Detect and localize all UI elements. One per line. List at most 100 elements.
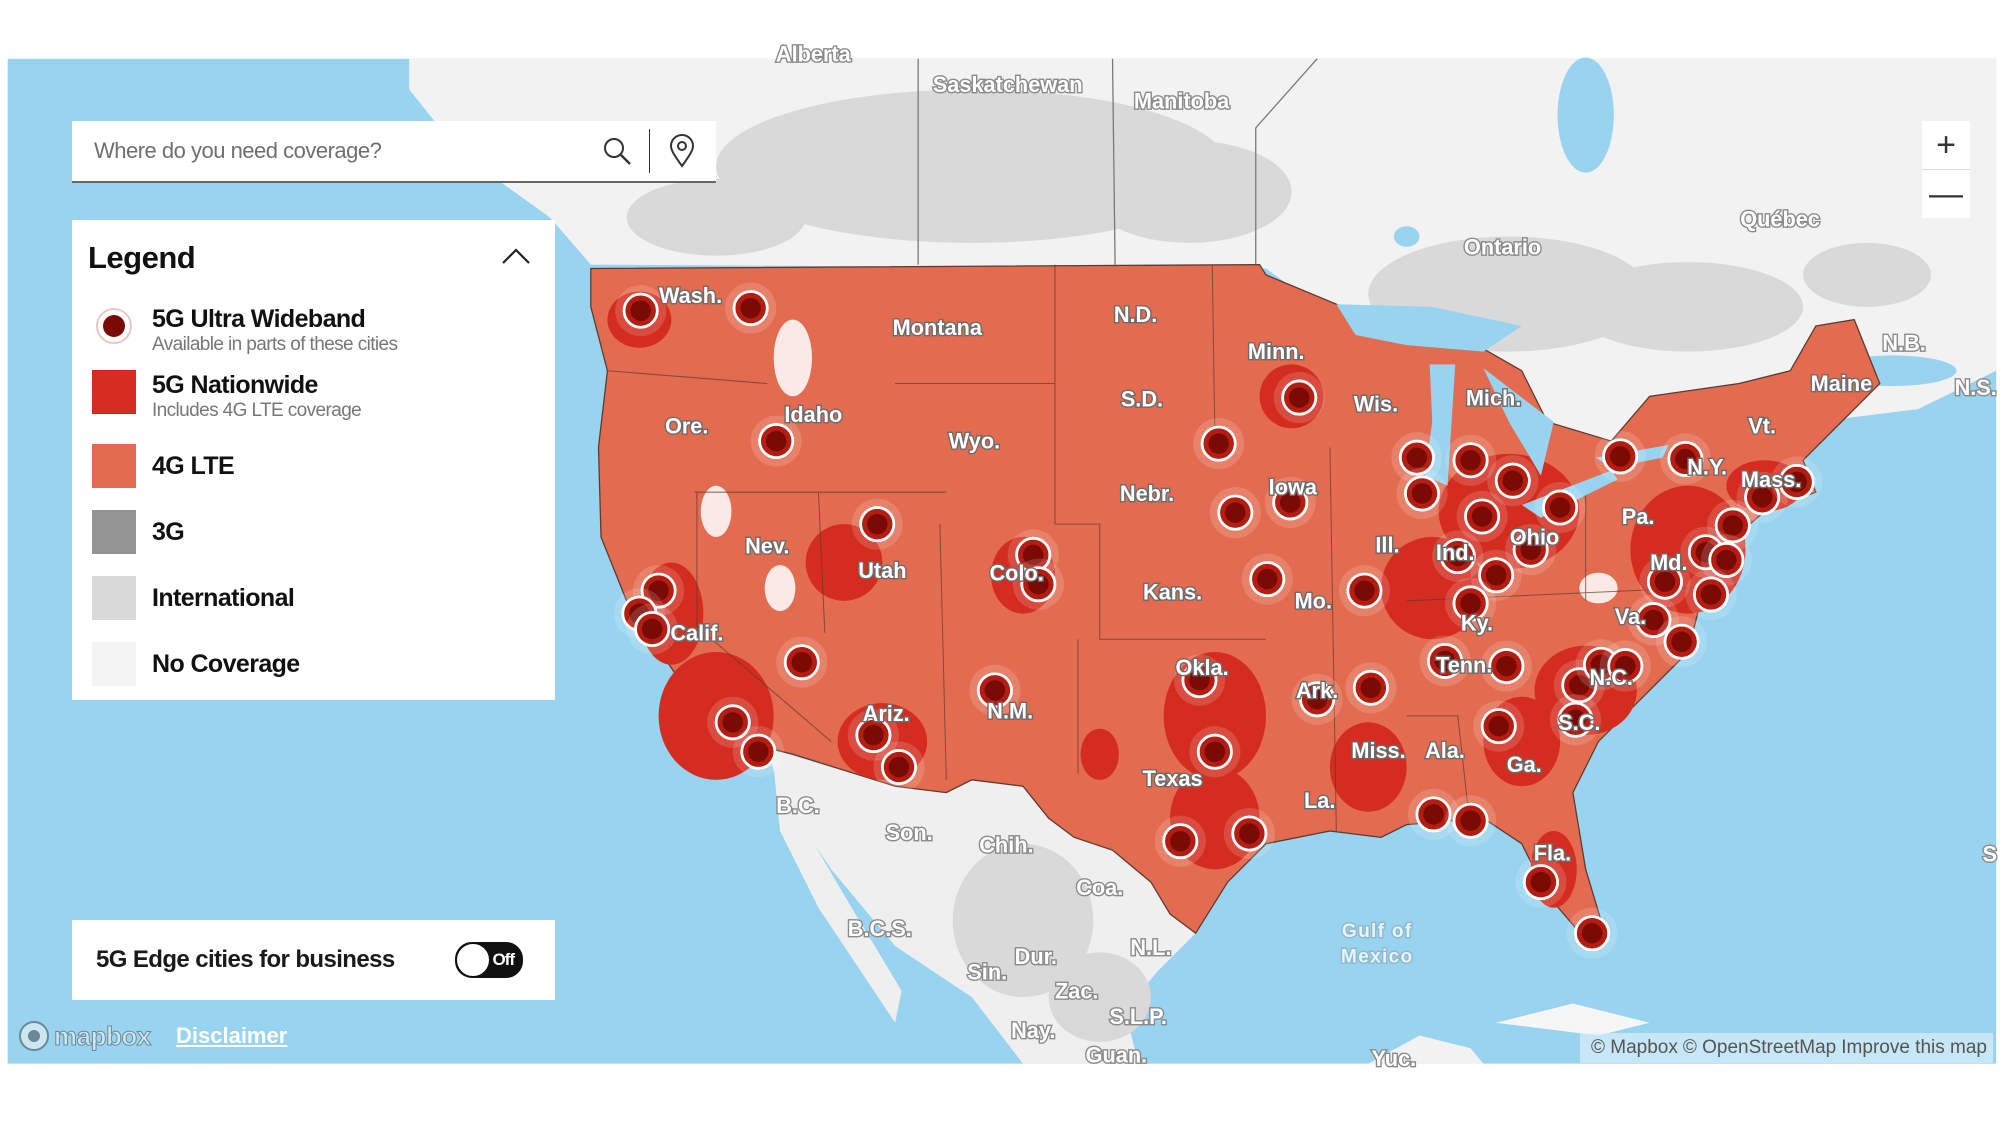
state-label: S.C. [1558, 710, 1600, 735]
swatch [92, 576, 136, 620]
state-label: Montana [893, 315, 983, 340]
osm-attribution-link[interactable]: © OpenStreetMap [1683, 1037, 1836, 1059]
5g-uwb-city-marker[interactable] [1345, 662, 1397, 714]
legend-item-international: International [92, 576, 295, 620]
region-label: Dur. [1015, 944, 1057, 969]
state-label: Va. [1615, 604, 1646, 629]
5g-uwb-city-marker[interactable] [1193, 418, 1245, 470]
state-label: N.C. [1590, 665, 1633, 690]
state-label: Wyo. [949, 429, 1001, 454]
zoom-in-button[interactable]: + [1922, 121, 1970, 169]
state-label: Idaho [784, 402, 842, 427]
5g-uwb-city-marker[interactable] [1594, 430, 1646, 482]
5g-uwb-city-marker[interactable] [732, 726, 784, 778]
water-label: Gulf of [1342, 921, 1413, 942]
state-label: Ohio [1510, 525, 1559, 550]
state-label: Fla. [1534, 840, 1571, 865]
region-label: Alberta [776, 41, 852, 66]
state-label: Okla. [1175, 655, 1228, 680]
state-label: Kans. [1143, 580, 1202, 605]
legend-item-5g-nationwide: 5G Nationwide Includes 4G LTE coverage [92, 370, 362, 422]
state-label: Mo. [1295, 589, 1332, 614]
region-label: N.L. [1130, 935, 1171, 960]
state-label: Nev. [745, 534, 789, 559]
legend-label: 3G [152, 518, 185, 546]
legend-item-5g-ultra-wideband: 5G Ultra Wideband Available in parts of t… [92, 304, 398, 356]
legend-sublabel: Available in parts of these cities [152, 334, 398, 355]
region-label: Yuc. [1372, 1046, 1417, 1071]
state-label: Wis. [1354, 392, 1398, 417]
disclaimer-link[interactable]: Disclaimer [176, 1023, 287, 1049]
region-label: Coa. [1076, 875, 1123, 900]
state-label: Miss. [1351, 738, 1405, 763]
5g-uwb-city-marker[interactable] [1338, 565, 1391, 617]
5g-uwb-city-marker[interactable] [873, 741, 925, 793]
state-label: N.Y. [1687, 454, 1727, 479]
swatch [92, 510, 136, 554]
region-label: S [1983, 842, 1998, 867]
mapbox-attribution-link[interactable]: © Mapbox [1591, 1037, 1678, 1059]
state-label: Ill. [1375, 532, 1399, 557]
legend-item-4g-lte: 4G LTE [92, 444, 235, 488]
legend-label: International [152, 584, 295, 612]
region-label: Nay. [1011, 1018, 1055, 1043]
state-label: Colo. [989, 560, 1043, 585]
state-label: Pa. [1622, 504, 1655, 529]
state-label: Ariz. [863, 701, 910, 726]
toggle-state: Off [492, 950, 515, 969]
state-label: La. [1304, 788, 1335, 813]
region-label: Son. [886, 820, 933, 845]
5g-uwb-city-marker[interactable] [1445, 795, 1497, 847]
state-label: Ala. [1425, 738, 1465, 763]
divider [649, 129, 650, 173]
5g-uwb-city-marker[interactable] [1154, 815, 1206, 867]
zoom-controls: + — [1922, 121, 1970, 218]
legend-item-no-coverage: No Coverage [92, 642, 300, 686]
5g-uwb-city-marker[interactable] [1656, 616, 1708, 668]
5g-uwb-city-marker[interactable] [1223, 807, 1275, 860]
legend-item-3g: 3G [92, 510, 185, 554]
search-icon[interactable] [597, 131, 637, 171]
mapbox-wordmark: mapbox [54, 1020, 152, 1051]
region-label: Manitoba [1134, 89, 1230, 114]
region-label: B.C.S. [848, 916, 912, 941]
state-label: Wash. [659, 283, 722, 308]
5g-uwb-city-marker[interactable] [1685, 568, 1737, 621]
chevron-up-icon[interactable] [501, 246, 531, 270]
state-label: Md. [1650, 550, 1687, 575]
region-label: Chih. [979, 833, 1033, 858]
5g-uwb-city-marker[interactable] [1473, 700, 1525, 752]
state-label: Ind. [1436, 540, 1475, 565]
map-attribution: © Mapbox © OpenStreetMap Improve this ma… [1580, 1033, 1993, 1063]
state-label: Iowa [1269, 475, 1318, 500]
state-label: S.D. [1121, 387, 1163, 412]
5g-uwb-city-marker[interactable] [1273, 372, 1325, 424]
5g-edge-toggle[interactable]: Off [455, 942, 523, 978]
5g-edge-label: 5G Edge cities for business [96, 946, 395, 973]
legend-panel: Legend 5G Ultra Wideband Available in par… [72, 220, 555, 700]
5g-uwb-city-marker[interactable] [1209, 487, 1261, 539]
zoom-out-button[interactable]: — [1922, 169, 1970, 218]
legend-title: Legend [88, 240, 196, 275]
5g-uwb-city-marker[interactable] [776, 636, 828, 688]
5g-uwb-city-marker[interactable] [1566, 907, 1618, 959]
region-label: Québec [1740, 206, 1820, 231]
region-label: Zac. [1055, 978, 1098, 1003]
region-label: Guan. [1086, 1042, 1148, 1067]
location-pin-icon[interactable] [662, 131, 702, 171]
state-label: Ark. [1296, 678, 1338, 703]
5g-edge-panel: 5G Edge cities for business Off [72, 920, 555, 1000]
5g-uwb-city-marker[interactable] [725, 282, 777, 334]
5g-uwb-city-marker[interactable] [1396, 467, 1448, 520]
state-label: Minn. [1248, 339, 1305, 364]
5g-uwb-city-marker[interactable] [1241, 553, 1293, 605]
legend-label: 5G Nationwide [152, 371, 318, 399]
region-label: Sin. [967, 959, 1007, 984]
improve-map-link[interactable]: Improve this map [1841, 1037, 1987, 1059]
coverage-search-input[interactable] [92, 137, 597, 165]
region-label: N.B. [1882, 330, 1925, 355]
mapbox-logo[interactable]: mapbox [18, 1020, 152, 1052]
region-label: Saskatchewan [933, 72, 1083, 97]
legend-label: 5G Ultra Wideband [152, 305, 366, 333]
5g-uwb-city-marker[interactable] [851, 498, 903, 550]
